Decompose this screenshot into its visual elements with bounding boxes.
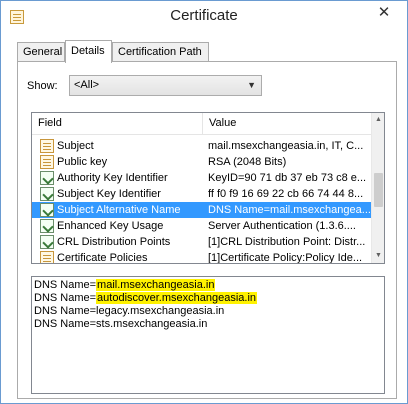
dns-value: legacy.msexchangeasia.in — [96, 305, 225, 317]
detail-line: DNS Name=sts.msexchangeasia.in — [34, 318, 384, 331]
dns-prefix: DNS Name= — [34, 292, 97, 304]
scroll-thumb[interactable] — [374, 173, 383, 207]
field-value: KeyID=90 71 db 37 eb 73 c8 e... — [208, 172, 367, 184]
field-name: Public key — [57, 156, 108, 168]
field-name: Certificate Policies — [57, 252, 148, 264]
extension-icon — [40, 235, 54, 249]
detail-line: DNS Name=mail.msexchangeasia.in — [34, 279, 384, 292]
dns-prefix: DNS Name= — [34, 279, 97, 291]
field-name: Subject Alternative Name — [57, 204, 181, 216]
certificate-field-icon — [40, 139, 54, 153]
list-row[interactable]: Authority Key Identifier KeyID=90 71 db 3… — [32, 170, 372, 186]
tab-general[interactable]: General — [17, 42, 65, 62]
list-row[interactable]: Public key RSA (2048 Bits) — [32, 154, 372, 170]
details-panel: Show: <All> ▼ Field Value Subject mail.ms… — [17, 61, 397, 399]
list-row[interactable]: Subject Key Identifier ff f0 f9 16 69 22 … — [32, 186, 372, 202]
show-label: Show: — [27, 80, 58, 92]
list-row[interactable]: Subject mail.msexchangeasia.in, IT, C... — [32, 138, 372, 154]
dns-value: autodiscover.msexchangeasia.in — [96, 292, 258, 304]
value-detail-box[interactable]: DNS Name=mail.msexchangeasia.in DNS Name=… — [31, 276, 385, 394]
dns-value: mail.msexchangeasia.in — [96, 279, 216, 291]
field-list[interactable]: Field Value Subject mail.msexchangeasia.i… — [31, 112, 385, 264]
certificate-field-icon — [40, 155, 54, 169]
field-value: Server Authentication (1.3.6.... — [208, 220, 356, 232]
show-dropdown-value: <All> — [74, 79, 100, 91]
field-name: CRL Distribution Points — [57, 236, 171, 248]
certificate-window: Certificate ✕ General Details Certificat… — [0, 0, 408, 404]
field-name: Subject — [57, 140, 94, 152]
detail-line: DNS Name=legacy.msexchangeasia.in — [34, 305, 384, 318]
field-value: [1]CRL Distribution Point: Distr... — [208, 236, 366, 248]
field-value: DNS Name=mail.msexchangea... — [208, 204, 371, 216]
field-value: ff f0 f9 16 69 22 cb 66 74 44 8... — [208, 188, 364, 200]
extension-icon — [40, 203, 54, 217]
field-name: Enhanced Key Usage — [57, 220, 164, 232]
field-value: mail.msexchangeasia.in, IT, C... — [208, 140, 364, 152]
list-row[interactable]: Enhanced Key Usage Server Authentication … — [32, 218, 372, 234]
field-name: Subject Key Identifier — [57, 188, 161, 200]
field-value: RSA (2048 Bits) — [208, 156, 287, 168]
window-title: Certificate — [170, 7, 238, 24]
list-header: Field Value — [32, 113, 372, 135]
dns-value: sts.msexchangeasia.in — [96, 318, 208, 330]
scroll-down-icon[interactable]: ▼ — [372, 249, 384, 263]
certificate-field-icon — [40, 251, 54, 263]
list-row[interactable]: Certificate Policies [1]Certificate Polic… — [32, 250, 372, 264]
field-name: Authority Key Identifier — [57, 172, 168, 184]
list-scrollbar[interactable]: ▲ ▼ — [371, 113, 384, 263]
list-row[interactable]: Subject Alternative Name DNS Name=mail.ms… — [32, 202, 372, 218]
tab-details[interactable]: Details — [65, 40, 112, 63]
title-bar: Certificate ✕ — [1, 1, 407, 35]
show-dropdown[interactable]: <All> ▼ — [69, 75, 262, 96]
field-value: [1]Certificate Policy:Policy Ide... — [208, 252, 363, 264]
extension-icon — [40, 219, 54, 233]
dns-prefix: DNS Name= — [34, 318, 97, 330]
scroll-up-icon[interactable]: ▲ — [372, 113, 384, 127]
column-header-value[interactable]: Value — [203, 113, 236, 135]
list-row[interactable]: CRL Distribution Points [1]CRL Distributi… — [32, 234, 372, 250]
extension-icon — [40, 171, 54, 185]
chevron-down-icon: ▼ — [247, 80, 256, 90]
extension-icon — [40, 187, 54, 201]
column-header-field[interactable]: Field — [32, 113, 62, 135]
close-button[interactable]: ✕ — [361, 1, 407, 25]
dns-prefix: DNS Name= — [34, 305, 97, 317]
detail-line: DNS Name=autodiscover.msexchangeasia.in — [34, 292, 384, 305]
field-rows: Subject mail.msexchangeasia.in, IT, C... P… — [32, 138, 372, 264]
tab-certification-path[interactable]: Certification Path — [112, 42, 209, 62]
